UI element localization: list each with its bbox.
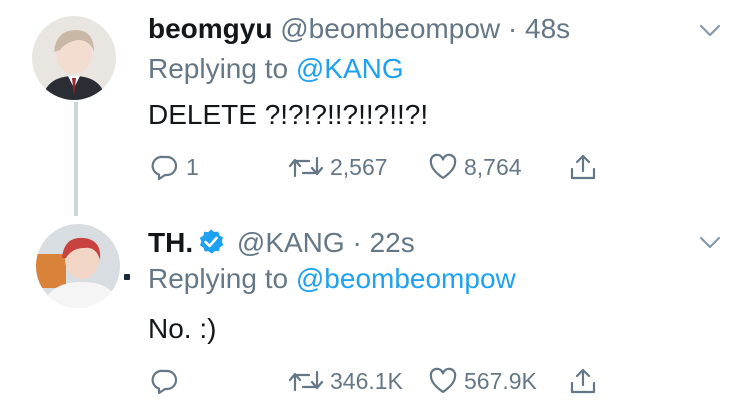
replying-to-line: Replying to @KANG xyxy=(148,52,404,86)
timestamp[interactable]: 22s xyxy=(370,227,415,258)
retweet-count: 346.1K xyxy=(330,367,403,394)
tweet-text: DELETE ?!?!?!!?!!?!!?! xyxy=(148,99,429,130)
retweet-button[interactable]: 346.1K xyxy=(288,364,403,398)
like-count: 567.9K xyxy=(464,367,537,394)
replying-to-label: Replying to xyxy=(148,263,289,294)
retweet-button[interactable]: 2,567 xyxy=(288,150,388,184)
replying-to-line: Replying to @beombeompow xyxy=(148,262,516,296)
retweet-icon xyxy=(288,366,324,396)
like-button[interactable]: 8,764 xyxy=(428,150,522,184)
like-icon xyxy=(428,366,458,396)
replying-to-mention[interactable]: @KANG xyxy=(296,53,404,84)
reply-icon xyxy=(150,366,180,396)
thread-indicator-dot xyxy=(124,274,130,280)
tweet-actions: 346.1K 567.9K xyxy=(0,364,750,398)
like-count: 8,764 xyxy=(464,153,522,180)
retweet-count: 2,567 xyxy=(330,153,388,180)
share-button[interactable] xyxy=(568,364,598,398)
like-button[interactable]: 567.9K xyxy=(428,364,537,398)
replying-to-mention[interactable]: @beombeompow xyxy=(296,263,516,294)
display-name[interactable]: TH. xyxy=(148,227,193,258)
like-icon xyxy=(428,152,458,182)
user-handle[interactable]: @beombeompow xyxy=(280,13,500,44)
chevron-down-icon[interactable] xyxy=(696,16,724,44)
timestamp[interactable]: 48s xyxy=(525,13,570,44)
separator-dot: · xyxy=(352,227,362,258)
tweet-header: TH. @KANG · 22s xyxy=(148,226,415,264)
tweet-text: No. :) xyxy=(148,313,217,344)
tweet-beomgyu[interactable]: beomgyu @beombeompow · 48s Replying to @… xyxy=(0,0,750,216)
avatar-beomgyu[interactable] xyxy=(32,16,116,100)
tweet-header: beomgyu @beombeompow · 48s xyxy=(148,12,570,46)
reply-icon xyxy=(150,152,180,182)
retweet-icon xyxy=(288,152,324,182)
separator-dot: · xyxy=(507,13,518,44)
verified-badge-icon xyxy=(197,228,225,264)
reply-count: 1 xyxy=(186,153,199,180)
display-name[interactable]: beomgyu xyxy=(148,13,272,44)
tweet-th[interactable]: TH. @KANG · 22s Replying to @beombeompow… xyxy=(0,214,750,404)
replying-to-label: Replying to xyxy=(148,53,289,84)
share-icon xyxy=(568,152,598,182)
tweet-actions: 1 2,567 8,764 xyxy=(0,150,750,184)
avatar-th[interactable] xyxy=(36,224,120,308)
reply-button[interactable]: 1 xyxy=(150,150,199,184)
user-handle[interactable]: @KANG xyxy=(237,227,345,258)
share-icon xyxy=(568,366,598,396)
reply-button[interactable] xyxy=(150,364,186,398)
chevron-down-icon[interactable] xyxy=(696,228,724,256)
share-button[interactable] xyxy=(568,150,598,184)
